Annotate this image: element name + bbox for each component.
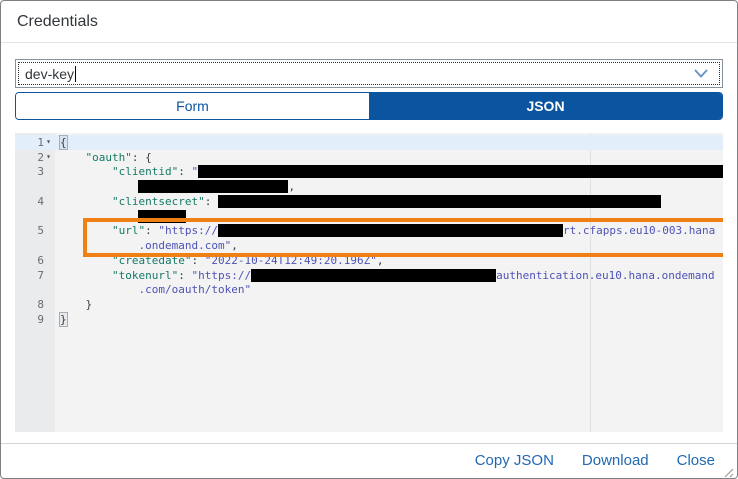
- code-token: .ondemand.com": [138, 239, 231, 252]
- close-button[interactable]: Close: [677, 452, 715, 469]
- combobox-value: dev-key: [16, 66, 74, 82]
- code-line: {: [55, 135, 723, 150]
- code-token: [59, 239, 138, 252]
- code-row: 9}: [15, 312, 723, 327]
- fold-caret-icon[interactable]: ▾: [44, 138, 53, 146]
- code-token: [59, 195, 112, 208]
- code-row: [15, 209, 723, 224]
- credentials-dialog: Credentials dev-key Form JSON 1▾ {2▾ "oau…: [0, 0, 738, 479]
- code-line: "clientid": ": [55, 165, 723, 178]
- chevron-down-icon[interactable]: [688, 60, 714, 87]
- credential-key-combobox[interactable]: dev-key: [15, 59, 723, 88]
- fold-caret-icon[interactable]: ▾: [44, 153, 53, 161]
- code-token: ,: [231, 239, 238, 252]
- line-number: 6: [15, 254, 55, 267]
- page-title: Credentials: [17, 13, 98, 31]
- code-token: :: [191, 254, 204, 267]
- code-token: .com/oauth/token": [138, 283, 251, 296]
- code-line: }: [55, 312, 723, 327]
- dialog-footer: Copy JSON Download Close: [1, 443, 737, 478]
- code-line: ,: [55, 180, 723, 193]
- resize-grip-icon[interactable]: [723, 465, 734, 476]
- code-token: "url": [112, 224, 145, 237]
- code-token: : {: [132, 151, 152, 164]
- copy-json-button[interactable]: Copy JSON: [475, 452, 554, 469]
- view-toggle: Form JSON: [15, 92, 723, 120]
- code-line: "oauth": {: [55, 151, 723, 164]
- code-token: "2022-10-24T12:49:20.196Z": [205, 254, 377, 267]
- code-row: 3 "clientid": ": [15, 165, 723, 180]
- line-number: 2▾: [15, 151, 55, 164]
- redacted-text: [251, 269, 496, 282]
- redacted-text: [218, 195, 661, 208]
- code-token: rt.cfapps.eu10-003.hana: [563, 224, 715, 237]
- code-line: "clientsecret":: [55, 195, 723, 208]
- code-row: ,: [15, 179, 723, 194]
- code-line: "tokenurl": "https:// authentication.eu10…: [55, 269, 723, 282]
- line-number: 7: [15, 269, 55, 282]
- redacted-text: [218, 224, 563, 237]
- code-token: ,: [377, 254, 384, 267]
- code-row: 4 "clientsecret":: [15, 194, 723, 209]
- code-row: 5 "url": "https:// rt.cfapps.eu10-003.han…: [15, 224, 723, 239]
- dialog-header: Credentials: [1, 1, 737, 43]
- text-cursor: [75, 66, 76, 82]
- code-token: :: [145, 224, 158, 237]
- code-token: "https://: [191, 269, 251, 282]
- code-line: [55, 210, 723, 223]
- code-editor[interactable]: 1▾{2▾ "oauth": {3 "clientid": " ,4 "clie…: [15, 133, 723, 432]
- code-row: 1▾ {: [15, 135, 723, 150]
- code-token: [59, 210, 138, 223]
- code-token: authentication.eu10.hana.ondemand: [496, 269, 715, 282]
- code-token: [59, 283, 138, 296]
- code-row: 6 "createdate": "2022-10-24T12:49:20.196…: [15, 253, 723, 268]
- code-token: ": [191, 165, 198, 178]
- tab-json[interactable]: JSON: [369, 93, 722, 119]
- line-number: 4: [15, 195, 55, 208]
- code-token: [59, 254, 112, 267]
- code-token: {: [59, 135, 68, 150]
- code-token: :: [178, 269, 191, 282]
- code-token: "tokenurl": [112, 269, 178, 282]
- code-token: [59, 269, 112, 282]
- code-token: [59, 151, 86, 164]
- code-line: "url": "https:// rt.cfapps.eu10-003.hana: [55, 224, 723, 237]
- code-row: 2▾ "oauth": {: [15, 150, 723, 165]
- line-number: 1▾: [15, 136, 55, 149]
- code-token: "createdate": [112, 254, 191, 267]
- code-token: "clientsecret": [112, 195, 205, 208]
- tab-form[interactable]: Form: [16, 93, 369, 119]
- code-token: }: [59, 312, 68, 327]
- code-editor-content: 1▾{2▾ "oauth": {3 "clientid": " ,4 "clie…: [15, 135, 723, 327]
- code-row: 7 "tokenurl": "https:// authentication.eu…: [15, 268, 723, 283]
- line-number: 5: [15, 224, 55, 237]
- download-button[interactable]: Download: [582, 452, 649, 469]
- code-token: [59, 298, 86, 311]
- controls-area: dev-key Form JSON: [1, 43, 737, 120]
- code-token: [59, 224, 112, 237]
- redacted-text: [138, 180, 288, 193]
- code-line: "createdate": "2022-10-24T12:49:20.196Z"…: [55, 254, 723, 267]
- code-row: .ondemand.com",: [15, 238, 723, 253]
- redacted-text: [138, 210, 186, 223]
- code-token: }: [86, 298, 93, 311]
- code-token: "https://: [158, 224, 218, 237]
- code-token: :: [205, 195, 218, 208]
- line-number: 8: [15, 298, 55, 311]
- line-number: 3: [15, 165, 55, 178]
- code-row: .com/oauth/token": [15, 283, 723, 298]
- code-token: "oauth": [86, 151, 132, 164]
- code-row: 8 }: [15, 297, 723, 312]
- code-token: ,: [288, 180, 295, 193]
- code-token: :: [178, 165, 191, 178]
- code-line: }: [55, 298, 723, 311]
- code-token: [59, 165, 112, 178]
- code-token: [59, 180, 138, 193]
- code-line: .com/oauth/token": [55, 283, 723, 296]
- redacted-text: [198, 165, 723, 178]
- line-number: 9: [15, 313, 55, 326]
- code-token: "clientid": [112, 165, 178, 178]
- code-line: .ondemand.com",: [55, 239, 723, 252]
